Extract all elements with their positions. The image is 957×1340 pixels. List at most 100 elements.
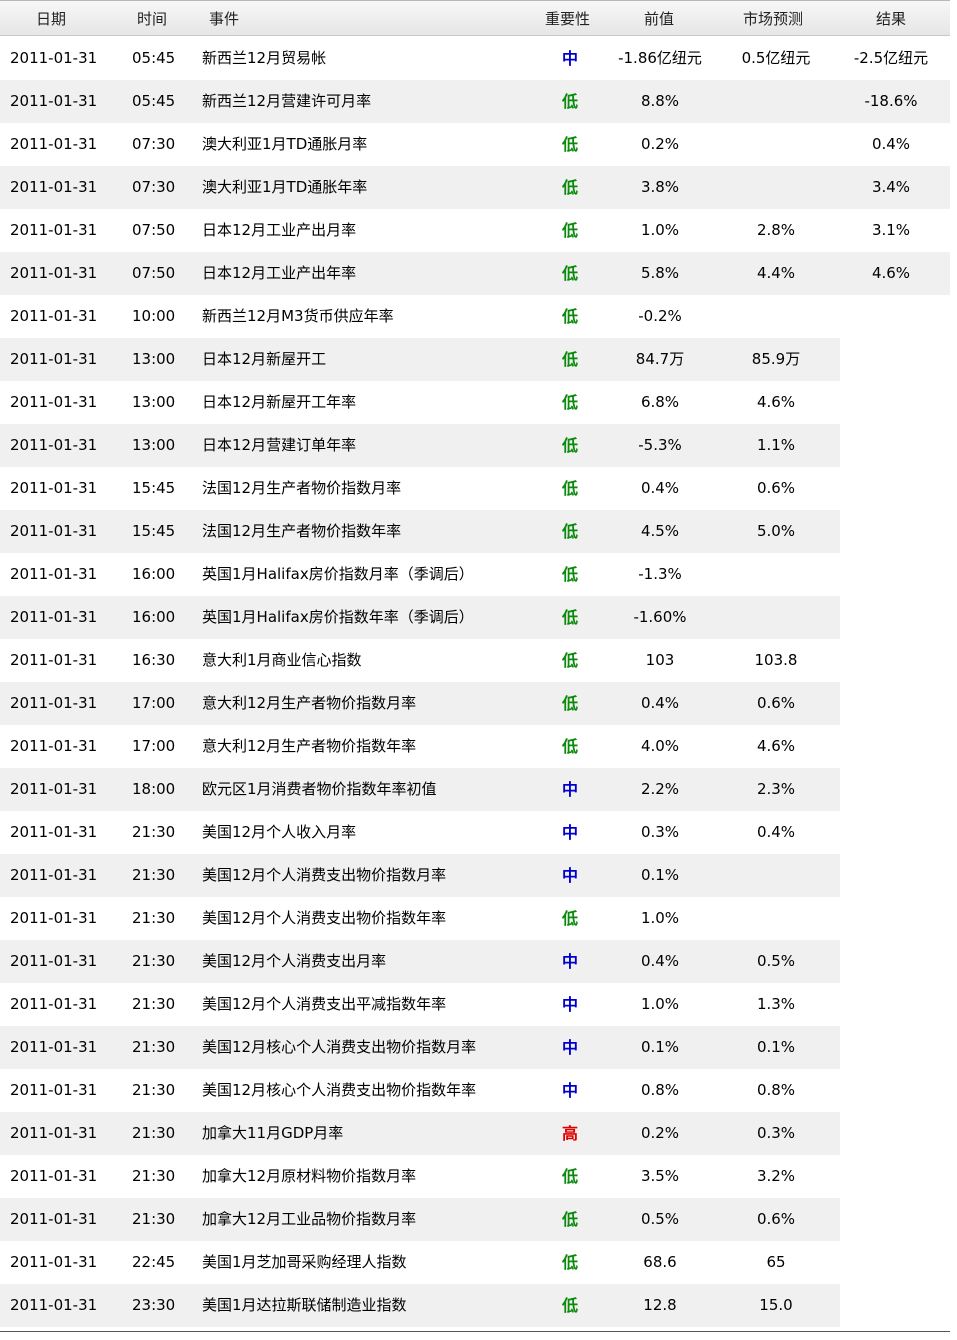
cell-time: 10:00 bbox=[132, 307, 176, 325]
header-importance: 重要性 bbox=[545, 10, 591, 28]
cell-result bbox=[832, 510, 950, 553]
cell-date: 2011-01-31 bbox=[10, 1210, 98, 1228]
cell-time: 17:00 bbox=[132, 694, 176, 712]
cell-importance: 低 bbox=[561, 565, 578, 584]
cell-previous: 0.4% bbox=[640, 952, 680, 970]
cell-event: 新西兰12月M3货币供应年率 bbox=[202, 307, 394, 325]
table-row: 2011-01-31 07:30 澳大利亚1月TD通胀月率 低 0.2% 0.4% bbox=[0, 123, 957, 166]
cell-importance: 中 bbox=[561, 995, 578, 1014]
cell-event: 意大利12月生产者物价指数年率 bbox=[202, 737, 417, 755]
cell-previous: 2.2% bbox=[640, 780, 680, 798]
cell-forecast: 0.6% bbox=[756, 479, 796, 497]
cell-date: 2011-01-31 bbox=[10, 393, 98, 411]
table-row: 2011-01-31 13:00 日本12月新屋开工 低 84.7万 85.9万 bbox=[0, 338, 957, 381]
cell-forecast: 0.3% bbox=[756, 1124, 796, 1142]
cell-forecast bbox=[718, 553, 834, 596]
cell-date: 2011-01-31 bbox=[10, 307, 98, 325]
cell-result: 3.1% bbox=[871, 221, 911, 239]
table-row: 2011-01-31 15:45 法国12月生产者物价指数月率 低 0.4% 0.6% bbox=[0, 467, 957, 510]
cell-date: 2011-01-31 bbox=[10, 952, 98, 970]
cell-result bbox=[832, 467, 950, 510]
cell-time: 21:30 bbox=[132, 909, 176, 927]
table-row: 2011-01-31 10:00 新西兰12月M3货币供应年率 低 -0.2% bbox=[0, 295, 957, 338]
table-row: 2011-01-31 05:45 新西兰12月营建许可月率 低 8.8% -18.6% bbox=[0, 80, 957, 123]
cell-result bbox=[832, 381, 950, 424]
cell-result: -2.5亿纽元 bbox=[853, 49, 929, 67]
table-row: 2011-01-31 07:50 日本12月工业产出月率 低 1.0% 2.8% 3.1% bbox=[0, 209, 957, 252]
cell-previous: 5.8% bbox=[640, 264, 680, 282]
cell-previous: 103 bbox=[645, 651, 675, 669]
cell-result bbox=[832, 682, 950, 725]
cell-forecast: 65 bbox=[766, 1253, 786, 1271]
cell-previous: 3.5% bbox=[640, 1167, 680, 1185]
cell-date: 2011-01-31 bbox=[10, 995, 98, 1013]
cell-forecast: 0.4% bbox=[756, 823, 796, 841]
cell-time: 21:30 bbox=[132, 952, 176, 970]
cell-importance: 低 bbox=[561, 350, 578, 369]
cell-event: 美国12月个人消费支出平减指数年率 bbox=[202, 995, 447, 1013]
cell-result bbox=[832, 768, 950, 811]
table-row: 2011-01-31 15:45 法国12月生产者物价指数年率 低 4.5% 5.0% bbox=[0, 510, 957, 553]
table-bottom-border bbox=[0, 1331, 950, 1332]
cell-result bbox=[832, 1069, 950, 1112]
cell-previous: 0.2% bbox=[640, 135, 680, 153]
table-row: 2011-01-31 16:00 英国1月Halifax房价指数年率（季调后） 低 -1… bbox=[0, 596, 957, 639]
cell-previous: -1.86亿纽元 bbox=[618, 49, 702, 67]
cell-result bbox=[832, 1198, 950, 1241]
cell-forecast: 5.0% bbox=[756, 522, 796, 540]
cell-date: 2011-01-31 bbox=[10, 350, 98, 368]
cell-date: 2011-01-31 bbox=[10, 1253, 98, 1271]
cell-forecast: 2.8% bbox=[756, 221, 796, 239]
table-row: 2011-01-31 21:30 美国12月个人消费支出物价指数月率 中 0.1% bbox=[0, 854, 957, 897]
cell-importance: 中 bbox=[561, 866, 578, 885]
table-row: 2011-01-31 16:30 意大利1月商业信心指数 低 103 103.8 bbox=[0, 639, 957, 682]
cell-importance: 低 bbox=[561, 479, 578, 498]
cell-importance: 低 bbox=[561, 436, 578, 455]
cell-forecast: 0.5% bbox=[756, 952, 796, 970]
cell-result: -18.6% bbox=[864, 92, 918, 110]
table-row: 2011-01-31 13:00 日本12月新屋开工年率 低 6.8% 4.6% bbox=[0, 381, 957, 424]
table-row: 2011-01-31 21:30 美国12月核心个人消费支出物价指数年率 中 0.8% 0… bbox=[0, 1069, 957, 1112]
cell-previous: 4.0% bbox=[640, 737, 680, 755]
table-row: 2011-01-31 17:00 意大利12月生产者物价指数年率 低 4.0% 4.6% bbox=[0, 725, 957, 768]
cell-previous: 0.1% bbox=[640, 866, 680, 884]
cell-time: 13:00 bbox=[132, 393, 176, 411]
cell-time: 21:30 bbox=[132, 866, 176, 884]
cell-previous: 0.2% bbox=[640, 1124, 680, 1142]
cell-previous: 4.5% bbox=[640, 522, 680, 540]
cell-event: 日本12月工业产出年率 bbox=[202, 264, 357, 282]
cell-importance: 低 bbox=[561, 694, 578, 713]
table-row: 2011-01-31 21:30 美国12月核心个人消费支出物价指数月率 中 0.1% 0… bbox=[0, 1026, 957, 1069]
cell-event: 美国12月个人消费支出物价指数年率 bbox=[202, 909, 447, 927]
economic-calendar-table: 日期 时间 事件 重要性 前值 市场预测 结果 2011-01-31 05:45 新… bbox=[0, 0, 957, 1340]
header-forecast: 市场预测 bbox=[743, 10, 804, 28]
cell-time: 16:00 bbox=[132, 565, 176, 583]
cell-forecast: 1.1% bbox=[756, 436, 796, 454]
cell-time: 15:45 bbox=[132, 522, 176, 540]
cell-date: 2011-01-31 bbox=[10, 1167, 98, 1185]
cell-importance: 中 bbox=[561, 952, 578, 971]
cell-event: 加拿大12月原材料物价指数月率 bbox=[202, 1167, 417, 1185]
cell-forecast: 103.8 bbox=[754, 651, 798, 669]
cell-date: 2011-01-31 bbox=[10, 1296, 98, 1314]
cell-event: 英国1月Halifax房价指数年率（季调后） bbox=[202, 608, 474, 626]
cell-forecast: 15.0 bbox=[759, 1296, 793, 1314]
cell-event: 美国12月个人收入月率 bbox=[202, 823, 357, 841]
cell-forecast: 0.6% bbox=[756, 1210, 796, 1228]
cell-event: 美国1月芝加哥采购经理人指数 bbox=[202, 1253, 407, 1271]
cell-date: 2011-01-31 bbox=[10, 522, 98, 540]
cell-date: 2011-01-31 bbox=[10, 1124, 98, 1142]
cell-previous: 12.8 bbox=[643, 1296, 677, 1314]
cell-event: 美国12月核心个人消费支出物价指数年率 bbox=[202, 1081, 477, 1099]
cell-date: 2011-01-31 bbox=[10, 264, 98, 282]
cell-time: 23:30 bbox=[132, 1296, 176, 1314]
cell-previous: 0.5% bbox=[640, 1210, 680, 1228]
cell-event: 加拿大12月工业品物价指数月率 bbox=[202, 1210, 417, 1228]
cell-importance: 低 bbox=[561, 909, 578, 928]
cell-importance: 低 bbox=[561, 1253, 578, 1272]
table-row: 2011-01-31 21:30 加拿大12月原材料物价指数月率 低 3.5% 3.2% bbox=[0, 1155, 957, 1198]
cell-forecast bbox=[718, 854, 834, 897]
cell-importance: 高 bbox=[561, 1124, 578, 1143]
cell-event: 美国12月个人消费支出月率 bbox=[202, 952, 387, 970]
cell-importance: 低 bbox=[561, 307, 578, 326]
